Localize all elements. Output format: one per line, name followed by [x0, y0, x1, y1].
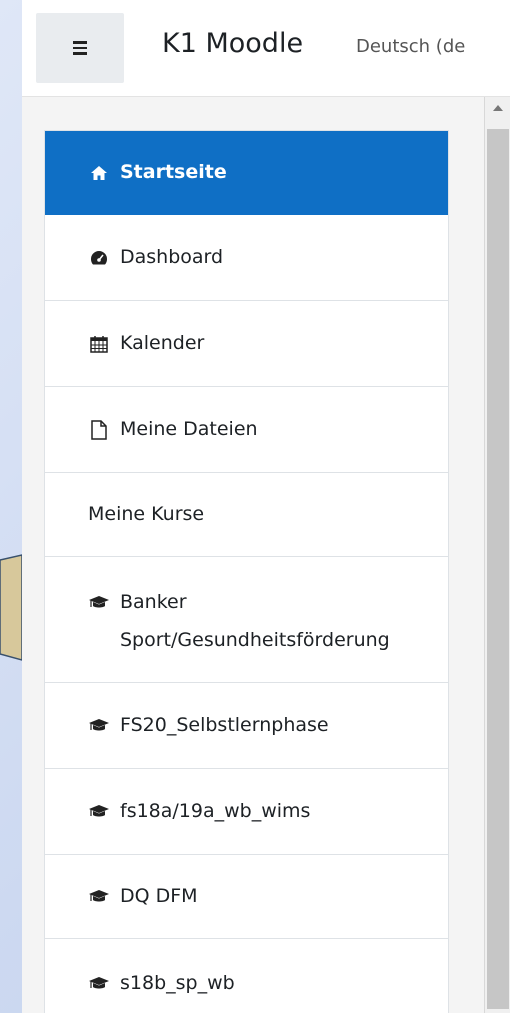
nav-item-dashboard[interactable]: Dashboard: [45, 215, 448, 301]
callout-arrow: [0, 554, 22, 661]
nav-item-course-banker[interactable]: Banker Sport/Gesundheitsförderung: [45, 557, 448, 683]
nav-item-label: Dashboard: [120, 245, 224, 268]
nav-item-label: Meine Dateien: [120, 417, 258, 440]
nav-item-kalender[interactable]: Kalender: [45, 301, 448, 387]
calendar-icon: [88, 333, 110, 355]
graduation-cap-icon: [88, 973, 110, 995]
nav-item-label: fs18a/19a_wb_wims: [120, 799, 311, 822]
nav-item-course-fs18a[interactable]: fs18a/19a_wb_wims: [45, 769, 448, 855]
scrollbar-thumb[interactable]: [487, 129, 509, 1009]
graduation-cap-icon: [88, 715, 110, 737]
language-menu[interactable]: Deutsch (de: [356, 36, 465, 57]
nav-item-label: Banker Sport/Gesundheitsförderung: [120, 591, 390, 651]
menu-toggle-button[interactable]: [36, 13, 124, 83]
nav-item-meine-kurse[interactable]: Meine Kurse: [45, 473, 448, 557]
graduation-cap-icon: [88, 801, 110, 823]
scrollbar[interactable]: [484, 97, 510, 1013]
nav-item-course-dq-dfm[interactable]: DQ DFM: [45, 855, 448, 939]
nav-item-label: Startseite: [120, 160, 227, 183]
browser-viewport: K1 Moodle Deutsch (de Startseite Dashboa…: [22, 0, 510, 1013]
graduation-cap-icon: [88, 886, 110, 908]
nav-item-meine-dateien[interactable]: Meine Dateien: [45, 387, 448, 473]
nav-item-label: Kalender: [120, 331, 205, 354]
dashboard-icon: [88, 247, 110, 269]
home-icon: [88, 162, 110, 184]
nav-item-label: FS20_Selbstlernphase: [120, 713, 329, 736]
nav-item-label: Meine Kurse: [88, 502, 205, 525]
hamburger-icon: [73, 38, 87, 58]
nav-drawer-list: Startseite Dashboard Kalender Meine Date…: [44, 130, 449, 1013]
nav-item-label: s18b_sp_wb: [120, 971, 235, 994]
graduation-cap-icon: [88, 592, 110, 614]
navbar: K1 Moodle Deutsch (de: [22, 0, 510, 97]
nav-item-startseite[interactable]: Startseite: [45, 131, 448, 215]
file-icon: [88, 419, 110, 441]
nav-item-course-fs20[interactable]: FS20_Selbstlernphase: [45, 683, 448, 769]
nav-item-course-s18b[interactable]: s18b_sp_wb: [45, 939, 448, 1013]
scroll-up-icon[interactable]: [493, 105, 503, 111]
nav-item-label: DQ DFM: [120, 884, 198, 907]
site-name[interactable]: K1 Moodle: [162, 28, 303, 59]
